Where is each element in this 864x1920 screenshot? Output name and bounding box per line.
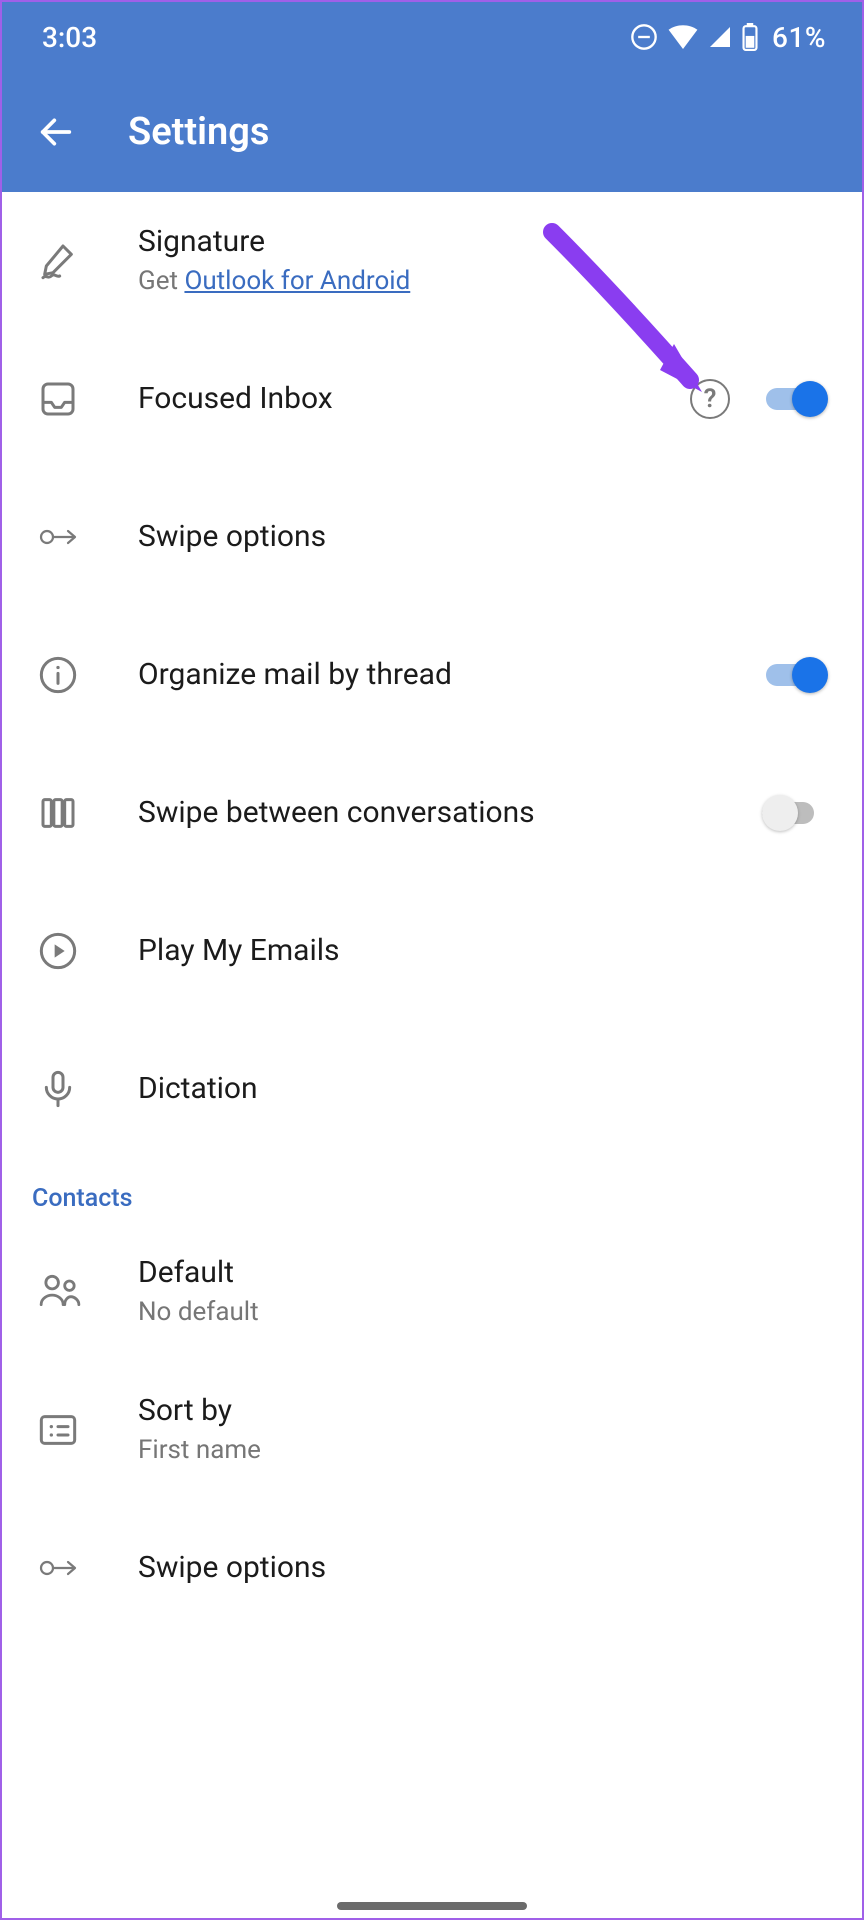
status-time: 3:03 <box>42 21 97 54</box>
thread-title: Organize mail by thread <box>138 656 762 694</box>
play-icon <box>38 931 138 971</box>
swipe-icon <box>38 523 138 551</box>
status-icons: 61% <box>630 21 826 54</box>
swipe-title: Swipe options <box>138 518 826 556</box>
row-signature[interactable]: Signature Get Outlook for Android <box>2 192 862 330</box>
play-title: Play My Emails <box>138 932 826 970</box>
signature-icon <box>38 241 138 281</box>
row-swipe-conversations[interactable]: Swipe between conversations <box>2 744 862 882</box>
sortby-subtitle: First name <box>138 1434 826 1468</box>
swipeconv-title: Swipe between conversations <box>138 794 762 832</box>
info-icon <box>38 655 138 695</box>
swipe2-title: Swipe options <box>138 1549 826 1587</box>
microphone-icon <box>38 1069 138 1109</box>
default-subtitle: No default <box>138 1296 826 1330</box>
row-play-emails[interactable]: Play My Emails <box>2 882 862 1020</box>
row-sort-by[interactable]: Sort by First name <box>2 1361 862 1499</box>
organize-thread-toggle[interactable] <box>762 657 826 693</box>
people-icon <box>38 1272 138 1312</box>
swipe-conversations-toggle[interactable] <box>762 795 826 831</box>
battery-percent: 61% <box>772 21 826 54</box>
wifi-icon <box>668 25 698 49</box>
dictation-title: Dictation <box>138 1070 826 1108</box>
row-default[interactable]: Default No default <box>2 1223 862 1361</box>
settings-list: Signature Get Outlook for Android Focuse… <box>2 192 862 1637</box>
outlook-link[interactable]: Outlook for Android <box>184 266 410 296</box>
app-bar: Settings <box>2 72 862 192</box>
gesture-navbar[interactable] <box>337 1902 527 1910</box>
columns-icon <box>38 793 138 833</box>
signature-title: Signature <box>138 223 826 261</box>
default-title: Default <box>138 1254 826 1292</box>
card-icon <box>38 1413 138 1447</box>
row-focused-inbox[interactable]: Focused Inbox ? <box>2 330 862 468</box>
section-contacts: Contacts <box>2 1158 862 1223</box>
status-bar: 3:03 61% <box>2 2 862 72</box>
row-organize-thread[interactable]: Organize mail by thread <box>2 606 862 744</box>
back-arrow-icon <box>36 112 76 152</box>
row-swipe-options-contacts[interactable]: Swipe options <box>2 1499 862 1637</box>
back-button[interactable] <box>32 108 80 156</box>
row-dictation[interactable]: Dictation <box>2 1020 862 1158</box>
inbox-icon <box>38 379 138 419</box>
signal-icon <box>708 25 732 49</box>
sortby-title: Sort by <box>138 1392 826 1430</box>
battery-icon <box>742 23 758 51</box>
dnd-icon <box>630 23 658 51</box>
focused-inbox-toggle[interactable] <box>762 381 826 417</box>
row-swipe-options[interactable]: Swipe options <box>2 468 862 606</box>
page-title: Settings <box>128 110 269 154</box>
swipe-icon <box>38 1554 138 1582</box>
help-icon[interactable]: ? <box>690 379 730 419</box>
focused-title: Focused Inbox <box>138 380 690 418</box>
signature-subtitle: Get Outlook for Android <box>138 265 826 299</box>
